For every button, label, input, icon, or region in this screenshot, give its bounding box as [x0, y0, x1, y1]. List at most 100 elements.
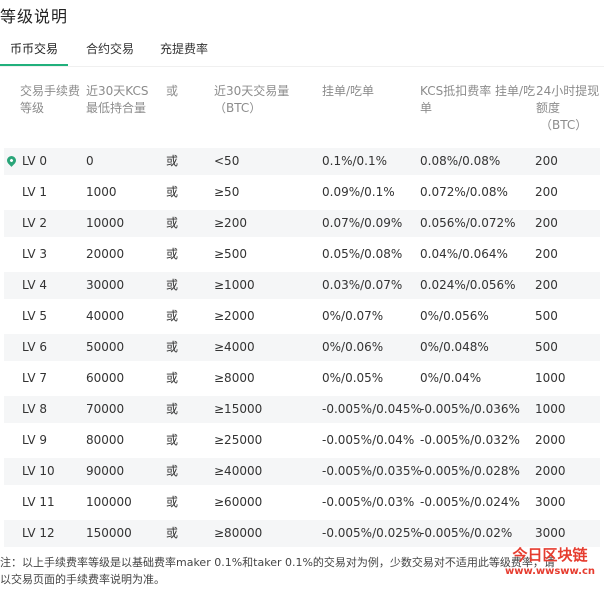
cell-withdraw-limit: 500: [535, 309, 558, 323]
cell-or: 或: [166, 185, 179, 199]
cell-kcs-holding: 70000: [86, 402, 125, 416]
header-withdraw-limit: 24小时提现额度 （BTC）: [536, 83, 600, 134]
cell-kcs-holding: 0: [86, 154, 94, 168]
tab-spot-trading[interactable]: 币币交易: [10, 40, 58, 57]
cell-level: LV 10: [22, 464, 55, 478]
table-row: LV 11 100000 或 ≥60000 -0.005%/0.03% -0.005%/0…: [4, 489, 600, 516]
cell-kcs-discount: 0%/0.04%: [420, 371, 482, 385]
cell-withdraw-limit: 200: [535, 154, 558, 168]
table-row: LV 5 40000 或 ≥2000 0%/0.07% 0%/0.056% 500: [4, 303, 600, 330]
cell-or: 或: [166, 309, 179, 323]
cell-level: LV 0: [22, 154, 48, 168]
cell-maker-taker: 0.09%/0.1%: [322, 185, 395, 199]
cell-kcs-holding: 60000: [86, 371, 125, 385]
table-row: LV 7 60000 或 ≥8000 0%/0.05% 0%/0.04% 1000: [4, 365, 600, 392]
cell-level: LV 4: [22, 278, 48, 292]
cell-volume: ≥40000: [214, 464, 263, 478]
cell-kcs-discount: 0.072%/0.08%: [420, 185, 508, 199]
cell-volume: ≥4000: [214, 340, 255, 354]
cell-kcs-discount: -0.005%/0.036%: [420, 402, 520, 416]
cell-or: 或: [166, 154, 179, 168]
header-kcs-holding: 近30天KCS最低持合量: [86, 84, 149, 115]
cell-or: 或: [166, 340, 179, 354]
cell-withdraw-limit: 200: [535, 278, 558, 292]
cell-or: 或: [166, 433, 179, 447]
table-row: LV 0 0 或 <50 0.1%/0.1% 0.08%/0.08% 200: [4, 148, 600, 175]
cell-kcs-holding: 100000: [86, 495, 132, 509]
cell-kcs-holding: 150000: [86, 526, 132, 540]
table-row: LV 6 50000 或 ≥4000 0%/0.06% 0%/0.048% 500: [4, 334, 600, 361]
cell-level: LV 7: [22, 371, 48, 385]
cell-level: LV 12: [22, 526, 55, 540]
cell-withdraw-limit: 500: [535, 340, 558, 354]
cell-withdraw-limit: 200: [535, 247, 558, 261]
cell-or: 或: [166, 278, 179, 292]
cell-maker-taker: -0.005%/0.045%: [322, 402, 422, 416]
cell-or: 或: [166, 247, 179, 261]
cell-maker-taker: -0.005%/0.04%: [322, 433, 415, 447]
table-row: LV 8 70000 或 ≥15000 -0.005%/0.045% -0.005%/0.…: [4, 396, 600, 423]
page-title: 等级说明: [0, 7, 69, 26]
cell-maker-taker: 0.07%/0.09%: [322, 216, 403, 230]
cell-kcs-holding: 30000: [86, 278, 125, 292]
cell-kcs-discount: 0.024%/0.056%: [420, 278, 516, 292]
table-row: LV 4 30000 或 ≥1000 0.03%/0.07% 0.024%/0.056% 2…: [4, 272, 600, 299]
cell-level: LV 3: [22, 247, 48, 261]
cell-or: 或: [166, 216, 179, 230]
table-row: LV 9 80000 或 ≥25000 -0.005%/0.04% -0.005%/0.0…: [4, 427, 600, 454]
cell-volume: ≥200: [214, 216, 247, 230]
cell-level: LV 2: [22, 216, 48, 230]
header-level: 交易手续费等级: [20, 84, 81, 115]
cell-volume: ≥2000: [214, 309, 255, 323]
cell-volume: ≥50: [214, 185, 240, 199]
cell-maker-taker: 0%/0.07%: [322, 309, 384, 323]
cell-withdraw-limit: 200: [535, 185, 558, 199]
table-row: LV 12 150000 或 ≥80000 -0.005%/0.025% -0.005%/…: [4, 520, 600, 547]
cell-volume: ≥60000: [214, 495, 263, 509]
cell-maker-taker: 0.03%/0.07%: [322, 278, 403, 292]
header-volume-label: 近30天交易量: [214, 84, 290, 98]
watermark-logo: 今日区块链 www.wwsww.cn: [500, 548, 600, 588]
cell-or: 或: [166, 464, 179, 478]
cell-level: LV 8: [22, 402, 48, 416]
cell-volume: ≥15000: [214, 402, 263, 416]
cell-kcs-discount: -0.005%/0.02%: [420, 526, 513, 540]
cell-withdraw-limit: 1000: [535, 371, 566, 385]
cell-or: 或: [166, 402, 179, 416]
header-maker-taker: 挂单/吃单: [322, 84, 375, 98]
cell-kcs-holding: 50000: [86, 340, 125, 354]
table-row: LV 2 10000 或 ≥200 0.07%/0.09% 0.056%/0.072% 20…: [4, 210, 600, 237]
cell-withdraw-limit: 200: [535, 216, 558, 230]
watermark-title: 今日区块链: [512, 546, 588, 564]
cell-kcs-discount: 0.056%/0.072%: [420, 216, 516, 230]
cell-volume: ≥80000: [214, 526, 263, 540]
cell-volume: <50: [214, 154, 240, 168]
cell-kcs-holding: 20000: [86, 247, 125, 261]
tab-futures-trading[interactable]: 合约交易: [86, 40, 134, 57]
cell-maker-taker: -0.005%/0.025%: [322, 526, 422, 540]
header-or: 或: [166, 84, 179, 98]
cell-withdraw-limit: 2000: [535, 464, 566, 478]
cell-kcs-discount: 0.04%/0.064%: [420, 247, 508, 261]
cell-withdraw-limit: 3000: [535, 526, 566, 540]
cell-or: 或: [166, 526, 179, 540]
cell-kcs-holding: 1000: [86, 185, 117, 199]
table-row: LV 3 20000 或 ≥500 0.05%/0.08% 0.04%/0.064% 200: [4, 241, 600, 268]
cell-maker-taker: 0.1%/0.1%: [322, 154, 388, 168]
cell-kcs-discount: 0.08%/0.08%: [420, 154, 501, 168]
cell-or: 或: [166, 495, 179, 509]
cell-maker-taker: 0%/0.05%: [322, 371, 384, 385]
cell-kcs-discount: -0.005%/0.028%: [420, 464, 520, 478]
cell-kcs-holding: 40000: [86, 309, 125, 323]
cell-kcs-holding: 90000: [86, 464, 125, 478]
current-level-pin-icon: [5, 154, 18, 167]
cell-level: LV 9: [22, 433, 48, 447]
cell-withdraw-limit: 3000: [535, 495, 566, 509]
cell-volume: ≥1000: [214, 278, 255, 292]
cell-level: LV 1: [22, 185, 48, 199]
cell-volume: ≥25000: [214, 433, 263, 447]
header-withdraw-unit: （BTC）: [540, 118, 588, 132]
tab-deposit-withdraw-fees[interactable]: 充提费率: [160, 40, 208, 57]
header-volume: 近30天交易量 （BTC）: [214, 83, 304, 117]
cell-kcs-discount: -0.005%/0.024%: [420, 495, 520, 509]
